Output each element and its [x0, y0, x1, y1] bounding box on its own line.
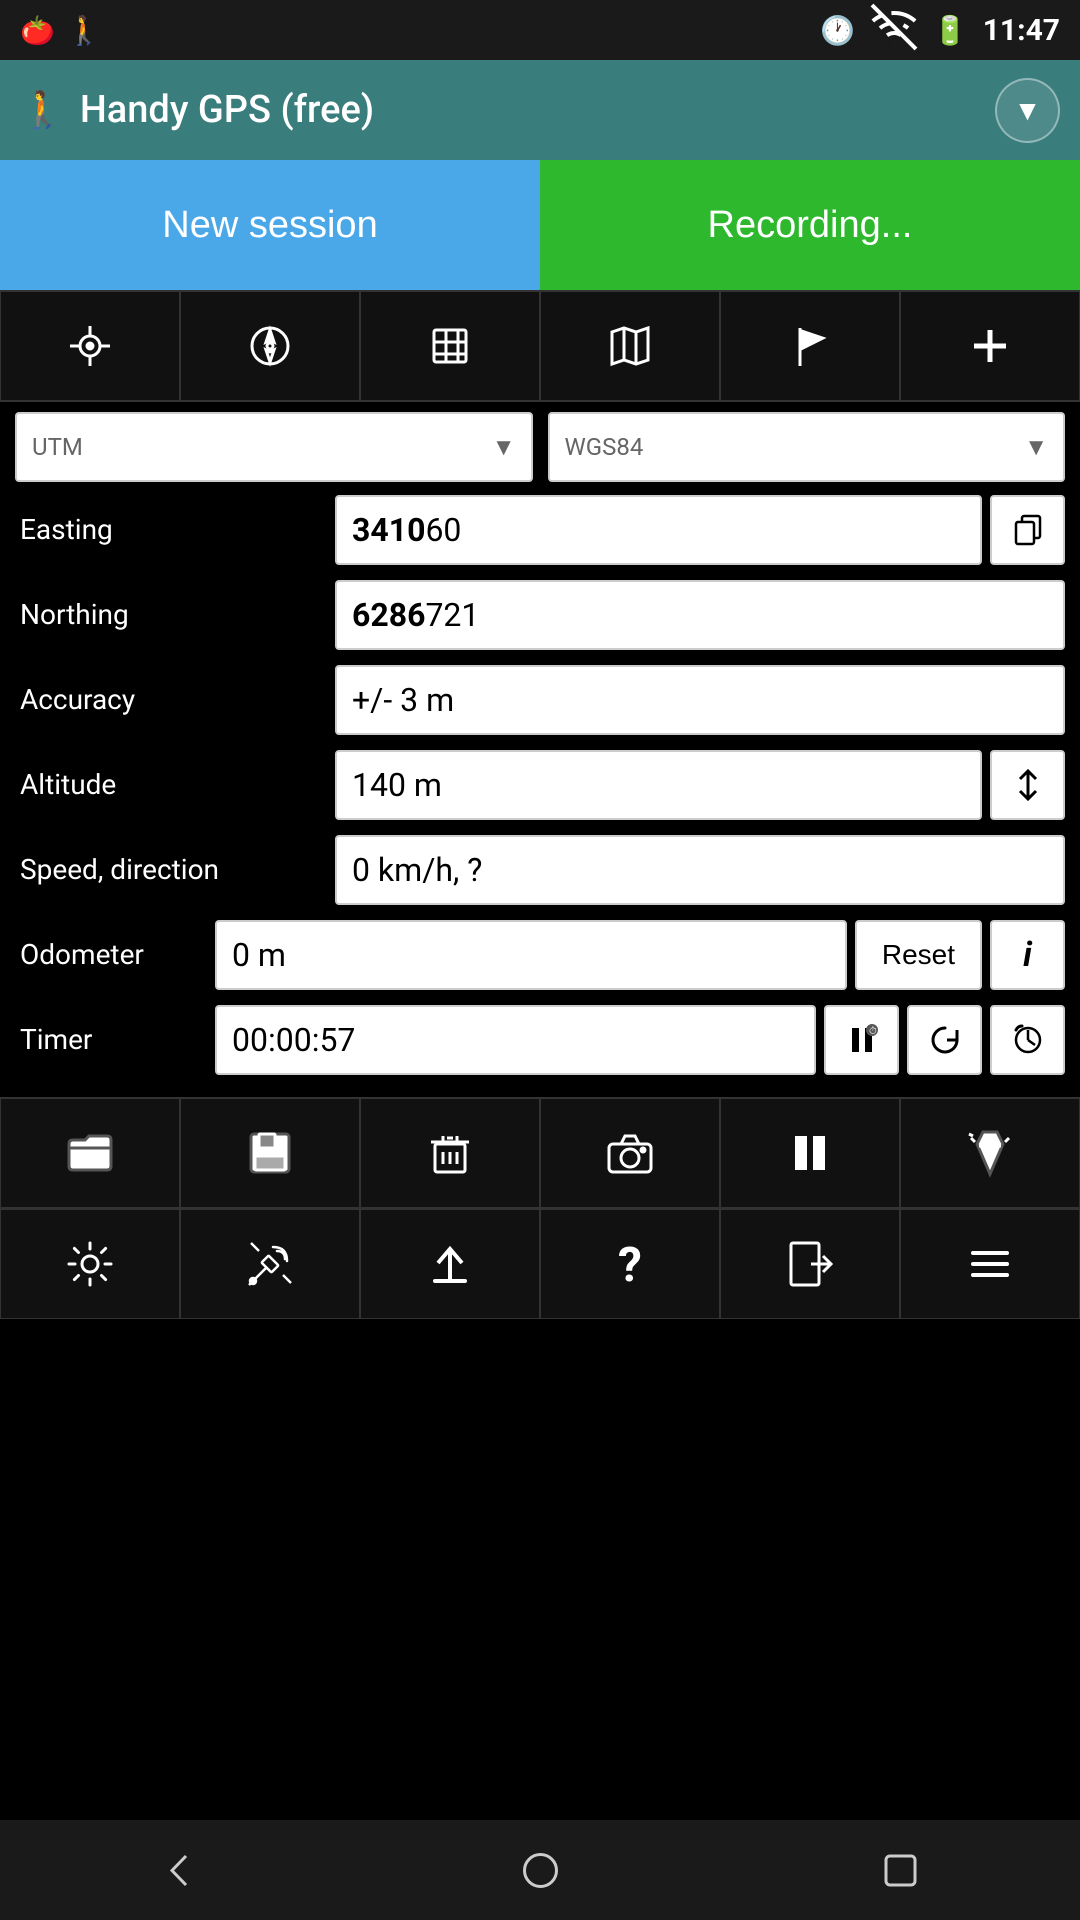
easting-normal-part: 60	[425, 511, 461, 549]
coord-system-arrow: ▼	[492, 433, 516, 462]
bottom-toolbar-1	[0, 1097, 1080, 1208]
pause-record-button[interactable]	[720, 1098, 900, 1208]
nav-home-button[interactable]	[500, 1830, 580, 1910]
upload-button[interactable]	[360, 1209, 540, 1319]
speed-direction-value: 0 km/h, ?	[335, 835, 1065, 905]
altitude-action-button[interactable]	[990, 750, 1065, 820]
icon-tomato: 🍅	[20, 14, 55, 47]
coordinate-section: UTM ▼ WGS84 ▼ Easting 341060 Northing 62…	[0, 402, 1080, 1097]
timer-reset-button[interactable]	[907, 1005, 982, 1075]
northing-bold-part: 6286	[352, 596, 425, 634]
odometer-info-button[interactable]: i	[990, 920, 1065, 990]
timer-value: 00:00:57	[215, 1005, 816, 1075]
compass-button[interactable]	[180, 291, 360, 401]
chevron-down-icon: ▼	[1014, 94, 1042, 127]
coord-dropdowns: UTM ▼ WGS84 ▼	[15, 412, 1065, 482]
status-icons-left: 🍅 🚶	[20, 14, 102, 47]
accuracy-label: Accuracy	[15, 683, 335, 716]
svg-text:⏱: ⏱	[869, 1026, 877, 1037]
timer-row: Timer 00:00:57 ⏱	[15, 1002, 1065, 1077]
northing-value: 6286721	[335, 580, 1065, 650]
exit-button[interactable]	[720, 1209, 900, 1319]
status-bar: 🍅 🚶 🕐 🔋 11:47	[0, 0, 1080, 60]
easting-bold-part: 3410	[352, 511, 425, 549]
app-header: 🚶 Handy GPS (free) ▼	[0, 60, 1080, 160]
accuracy-value: +/- 3 m	[335, 665, 1065, 735]
datum-dropdown[interactable]: WGS84 ▼	[548, 412, 1066, 482]
datum-value: WGS84	[565, 433, 644, 461]
add-button[interactable]	[900, 291, 1080, 401]
app-title: Handy GPS (free)	[80, 88, 374, 132]
coord-system-dropdown[interactable]: UTM ▼	[15, 412, 533, 482]
odometer-reset-button[interactable]: Reset	[855, 920, 982, 990]
question-mark-icon: ?	[618, 1236, 642, 1293]
speed-direction-label: Speed, direction	[15, 853, 335, 886]
bottom-toolbar-2: ?	[0, 1208, 1080, 1319]
altitude-row: Altitude 140 m	[15, 747, 1065, 822]
icon-walk: 🚶	[67, 14, 102, 47]
header-dropdown-button[interactable]: ▼	[995, 78, 1060, 143]
northing-row: Northing 6286721	[15, 577, 1065, 652]
speed-direction-row: Speed, direction 0 km/h, ?	[15, 832, 1065, 907]
grid-button[interactable]	[360, 291, 540, 401]
altitude-value: 140 m	[335, 750, 982, 820]
nav-back-button[interactable]	[140, 1830, 220, 1910]
datum-arrow: ▼	[1024, 433, 1048, 462]
top-icon-toolbar	[0, 290, 1080, 402]
status-time: 11:47	[983, 13, 1060, 48]
odometer-label: Odometer	[15, 938, 215, 971]
signal-icon	[870, 3, 918, 58]
timer-lap-button[interactable]	[990, 1005, 1065, 1075]
menu-button[interactable]	[900, 1209, 1080, 1319]
timer-pause-button[interactable]: ⏱	[824, 1005, 899, 1075]
gps-target-button[interactable]	[0, 291, 180, 401]
easting-value: 341060	[335, 495, 982, 565]
satellite-button[interactable]	[180, 1209, 360, 1319]
odometer-row: Odometer 0 m Reset i	[15, 917, 1065, 992]
northing-label: Northing	[15, 598, 335, 631]
clock-icon: 🕐	[820, 14, 855, 47]
app-walk-icon: 🚶	[20, 89, 65, 131]
battery-icon: 🔋	[933, 14, 968, 47]
timer-label: Timer	[15, 1023, 215, 1056]
save-button[interactable]	[180, 1098, 360, 1208]
nav-bar	[0, 1820, 1080, 1920]
map-button[interactable]	[540, 291, 720, 401]
flashlight-button[interactable]	[900, 1098, 1080, 1208]
help-button[interactable]: ?	[540, 1209, 720, 1319]
app-title-row: 🚶 Handy GPS (free)	[20, 88, 374, 132]
settings-button[interactable]	[0, 1209, 180, 1319]
odometer-value: 0 m	[215, 920, 847, 990]
accuracy-row: Accuracy +/- 3 m	[15, 662, 1065, 737]
info-icon: i	[1023, 935, 1032, 975]
coord-system-value: UTM	[32, 433, 83, 461]
easting-label: Easting	[15, 513, 335, 546]
camera-button[interactable]	[540, 1098, 720, 1208]
northing-normal-part: 721	[425, 596, 479, 634]
easting-row: Easting 341060	[15, 492, 1065, 567]
delete-button[interactable]	[360, 1098, 540, 1208]
nav-recent-button[interactable]	[860, 1830, 940, 1910]
altitude-label: Altitude	[15, 768, 335, 801]
folder-button[interactable]	[0, 1098, 180, 1208]
new-session-button[interactable]: New session	[0, 160, 540, 290]
flag-button[interactable]	[720, 291, 900, 401]
session-buttons-row: New session Recording...	[0, 160, 1080, 290]
recording-button[interactable]: Recording...	[540, 160, 1080, 290]
copy-button[interactable]	[990, 495, 1065, 565]
